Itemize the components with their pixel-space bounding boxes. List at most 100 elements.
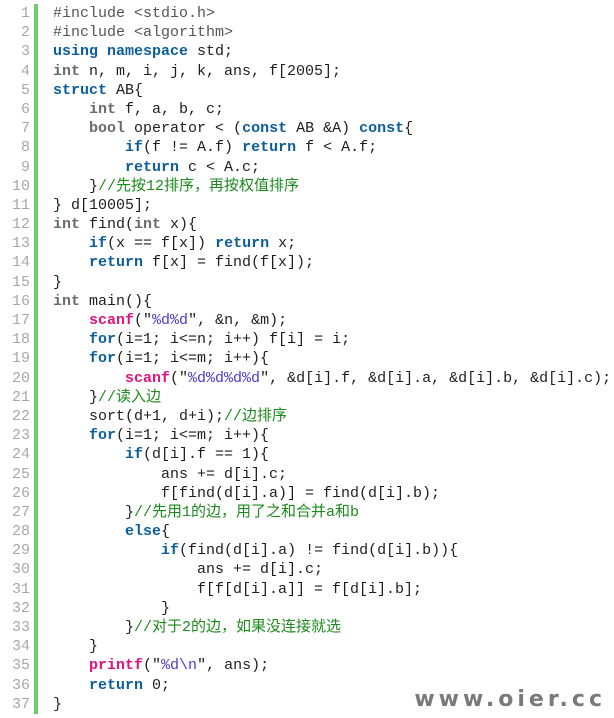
function-name: scanf [89, 312, 135, 329]
keyword: else [125, 523, 162, 541]
code-line[interactable]: 28 else{ [0, 522, 614, 542]
code-text: } [53, 695, 63, 713]
code-content: struct AB{ [38, 81, 143, 100]
line-number: 7 [20, 120, 30, 138]
keyword: if [89, 235, 108, 253]
code-line[interactable]: 8 if(f != A.f) return f < A.f; [0, 138, 614, 158]
line-number: 36 [11, 676, 30, 694]
line-number: 2 [20, 24, 30, 42]
code-line[interactable]: 34 } [0, 637, 614, 657]
code-content: int n, m, i, j, k, ans, f[2005]; [38, 62, 341, 81]
code-content: return f[x] = find(f[x]); [38, 253, 314, 272]
code-line[interactable]: 29 if(find(d[i].a) != find(d[i].b)){ [0, 541, 614, 561]
code-content: for(i=1; i<=m; i++){ [38, 349, 269, 368]
type-keyword: int [53, 292, 81, 310]
line-number: 20 [11, 369, 30, 387]
keyword: return [89, 676, 144, 694]
code-line[interactable]: 35 printf("%d\n", ans); [0, 656, 614, 676]
format-string: %d%d%d%d [188, 369, 261, 387]
code-content: if(x == f[x]) return x; [38, 234, 296, 253]
code-line[interactable]: 14 return f[x] = find(f[x]); [0, 253, 614, 273]
comment: //先按12排序，再按权值排序 [98, 177, 300, 195]
code-content: int main(){ [38, 292, 152, 311]
line-number: 3 [20, 43, 30, 61]
function-name: scanf [125, 369, 171, 387]
code-line[interactable]: 30 ans += d[i].c; [0, 560, 614, 580]
code-line[interactable]: 27 }//先用1的边，用了之和合并a和b [0, 502, 614, 523]
code-text: } [53, 619, 135, 636]
keyword: const [242, 120, 288, 138]
code-line[interactable]: 32 } [0, 598, 614, 618]
code-line[interactable]: 20 scanf("%d%d%d%d", &d[i].f, &d[i].a, &… [0, 368, 614, 388]
code-line[interactable]: 24 if(d[i].f == 1){ [0, 445, 614, 465]
code-line[interactable]: 6 int f, a, b, c; [0, 99, 614, 120]
code-text: (i=1; i<=m; i++){ [116, 427, 270, 445]
code-content: sort(d+1, d+i);//边排序 [38, 407, 287, 426]
code-content: return c < A.c; [38, 158, 260, 177]
comment: //读入边 [98, 388, 162, 406]
code-content: if(find(d[i].a) != find(d[i].b)){ [38, 541, 458, 560]
code-text: find( [80, 216, 135, 234]
line-number: 22 [11, 407, 30, 425]
code-line[interactable]: 17 scanf("%d%d", &n, &m); [0, 311, 614, 331]
code-content: } d[10005]; [38, 196, 152, 215]
code-line[interactable]: 5 struct AB{ [0, 80, 614, 100]
code-line[interactable]: 7 bool operator < (const AB &A) const{ [0, 119, 614, 139]
code-line[interactable]: 4 int n, m, i, j, k, ans, f[2005]; [0, 61, 614, 81]
code-line[interactable]: 1 #include <stdio.h> [0, 4, 614, 24]
code-line[interactable]: 3 using namespace std; [0, 42, 614, 62]
code-line[interactable]: 12 int find(int x){ [0, 215, 614, 235]
code-line[interactable]: 2 #include <algorithm> [0, 23, 614, 43]
format-string: %d%d [152, 312, 189, 329]
keyword: return [215, 235, 270, 253]
code-line[interactable]: 19 for(i=1; i<=m; i++){ [0, 349, 614, 369]
code-text: f[x] = find(f[x]); [143, 254, 315, 272]
keyword: if [161, 542, 180, 560]
code-editor[interactable]: 1 #include <stdio.h> 2 #include <algorithm>… [0, 4, 614, 714]
code-content: #include <stdio.h> [38, 4, 215, 23]
code-line[interactable]: 33 }//对于2的边，如果没连接就选 [0, 618, 614, 638]
keyword: return [89, 254, 144, 272]
code-content: }//读入边 [38, 388, 161, 407]
code-content: return 0; [38, 676, 170, 695]
line-number: 32 [11, 599, 30, 617]
keyword: if [125, 139, 144, 157]
code-content: for(i=1; i<=m; i++){ [38, 426, 269, 445]
line-number: 16 [11, 292, 30, 310]
code-line[interactable]: 10 }//先按12排序，再按权值排序 [0, 176, 614, 196]
code-text: { [161, 523, 171, 541]
code-text: } [53, 599, 171, 617]
code-line[interactable]: 13 if(x == f[x]) return x; [0, 234, 614, 254]
code-line[interactable]: 22 sort(d+1, d+i);//边排序 [0, 406, 614, 427]
code-line[interactable]: 23 for(i=1; i<=m; i++){ [0, 426, 614, 446]
line-number: 6 [20, 100, 30, 118]
line-number: 21 [11, 388, 30, 406]
code-text: AB &A) [287, 120, 360, 138]
code-text: x; [269, 235, 297, 253]
code-line[interactable]: 9 return c < A.c; [0, 157, 614, 177]
line-number: 26 [11, 484, 30, 502]
code-line[interactable]: 26 f[find(d[i].a)] = find(d[i].b); [0, 483, 614, 503]
line-number: 10 [11, 177, 30, 195]
code-content: int f, a, b, c; [38, 100, 224, 119]
comment: //先用1的边，用了之和合并a和b [134, 503, 360, 521]
line-number: 9 [20, 158, 30, 176]
code-line[interactable]: 11} d[10005]; [0, 195, 614, 216]
code-line[interactable]: 16 int main(){ [0, 291, 614, 311]
code-line[interactable]: 15} [0, 272, 614, 292]
code-line[interactable]: 21 }//读入边 [0, 387, 614, 407]
keyword: const [359, 120, 405, 138]
function-name: printf [89, 657, 144, 675]
code-line[interactable]: 25 ans += d[i].c; [0, 464, 614, 484]
code-line[interactable]: 18 for(i=1; i<=n; i++) f[i] = i; [0, 330, 614, 350]
type-keyword: int [134, 216, 162, 234]
code-line[interactable]: 31 f[f[d[i].a]] = f[d[i].b]; [0, 579, 614, 599]
